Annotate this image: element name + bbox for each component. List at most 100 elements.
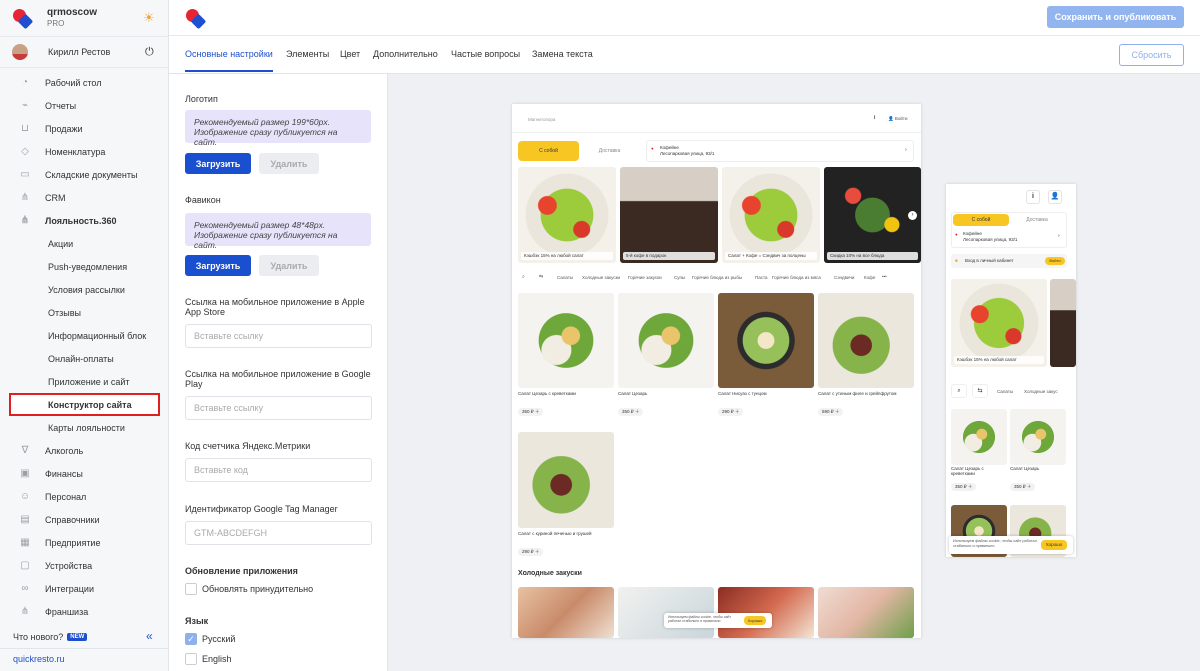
mobile-delivery-tab[interactable]: Доставка (1009, 214, 1065, 226)
category-meat[interactable]: Горячие блюда из мяса (772, 275, 821, 280)
mobile-category[interactable]: Салаты (997, 389, 1013, 394)
product-image[interactable] (718, 293, 814, 388)
lang-ru-checkbox[interactable]: ✓ (185, 633, 197, 645)
product-image[interactable] (618, 293, 714, 388)
banner-1[interactable]: Кэшбэк 15% на любой салат (518, 167, 616, 263)
theme-sun-icon[interactable]: ☀ (143, 11, 156, 24)
logo-delete-button[interactable]: Удалить (259, 153, 319, 174)
sidebar-item-reports[interactable]: ⌁ Отчеты (0, 94, 169, 117)
sidebar-item-dashboard[interactable]: ◔ Рабочий стол (0, 71, 169, 94)
sidebar-item-staff[interactable]: ☺ Персонал (0, 485, 169, 508)
sidebar-item-enterprise[interactable]: ▦ Предприятие (0, 531, 169, 554)
preview-pickup-tab[interactable]: С собой (518, 141, 579, 161)
category-coffee[interactable]: Кофе (864, 275, 875, 280)
product-image[interactable] (518, 293, 614, 388)
sidebar-subitem-site-builder[interactable]: Конструктор сайта (9, 393, 160, 416)
sidebar-item-integrations[interactable]: ∞ Интеграции (0, 577, 169, 600)
preview-login-link[interactable]: 👤 Войти (888, 116, 907, 122)
sidebar-subitem-loyalty-cards[interactable]: Карты лояльности (0, 416, 169, 439)
quickresto-link[interactable]: quickresto.ru (0, 648, 169, 671)
mobile-banner[interactable] (1050, 279, 1076, 367)
sidebar-subitem-info-block[interactable]: Информационный блок (0, 324, 169, 347)
preview-filter-icon[interactable]: ⇆ (539, 274, 543, 280)
preview-search-icon[interactable]: ⌕ (522, 274, 525, 280)
banner-2[interactable]: 5-й кофе в подарок (620, 167, 718, 263)
sidebar-subitem-promotions[interactable]: Акции (0, 232, 169, 255)
product-price-button[interactable]: 590 ₽ ＋ (818, 408, 844, 416)
sidebar-item-references[interactable]: ▤ Справочники (0, 508, 169, 531)
tab-elements[interactable]: Элементы (286, 49, 329, 59)
mobile-banner[interactable]: Кэшбэк 15% на любой салат (951, 279, 1047, 367)
sidebar-item-finance[interactable]: ▣ Финансы (0, 462, 169, 485)
banner-next-icon[interactable]: › (908, 211, 917, 220)
mobile-cookie-accept-button[interactable]: Хорошо (1041, 540, 1067, 550)
power-icon[interactable]: ⏻ (145, 46, 154, 59)
app-logo[interactable] (12, 8, 34, 30)
mobile-price-button[interactable]: 350 ₽ ＋ (1010, 483, 1036, 491)
sidebar-subitem-online-payments[interactable]: Онлайн-оплаты (0, 347, 169, 370)
more-icon[interactable]: ••• (882, 274, 887, 279)
banner-4[interactable]: Скидка 10% на все блюда (824, 167, 921, 263)
mobile-info-icon[interactable]: i (1026, 190, 1040, 204)
collapse-sidebar-icon[interactable]: « (146, 629, 153, 643)
lang-en-checkbox[interactable] (185, 653, 197, 665)
tab-faq[interactable]: Частые вопросы (451, 49, 520, 59)
save-and-publish-button[interactable]: Сохранить и опубликовать (1047, 6, 1184, 28)
product-image[interactable] (518, 432, 614, 528)
tab-main-settings[interactable]: Основные настройки (185, 49, 273, 72)
account-info[interactable]: qrmoscow PRO (47, 7, 97, 29)
category-sandwiches[interactable]: Сэндвичи (834, 275, 854, 280)
product-image[interactable] (518, 587, 614, 638)
whats-new-link[interactable]: Что нового? NEW (13, 632, 88, 642)
category-fish[interactable]: Горячие блюда из рыбы (692, 275, 742, 280)
category-soups[interactable]: Супы (674, 275, 685, 280)
sidebar-item-nomenclature[interactable]: ◇ Номенклатура (0, 140, 169, 163)
sidebar-subitem-reviews[interactable]: Отзывы (0, 301, 169, 324)
metrika-code-input[interactable] (185, 458, 372, 482)
product-price-button[interactable]: 290 ₽ ＋ (718, 408, 744, 416)
mobile-cabinet-bar[interactable]: ■ Вход в личный кабинет Войти (951, 254, 1067, 268)
mobile-product-image[interactable] (1010, 409, 1066, 465)
category-cold[interactable]: Холодные закуски (582, 275, 620, 280)
force-update-checkbox[interactable] (185, 583, 197, 595)
sidebar-item-crm[interactable]: ⋔ CRM (0, 186, 169, 209)
mobile-login-button[interactable]: Войти (1045, 257, 1065, 265)
product-image[interactable] (818, 587, 914, 638)
mobile-price-button[interactable]: 350 ₽ ＋ (951, 483, 977, 491)
sidebar-subitem-app-and-site[interactable]: Приложение и сайт (0, 370, 169, 393)
mobile-user-icon[interactable]: 👤 (1048, 190, 1062, 204)
favicon-upload-button[interactable]: Загрузить (185, 255, 251, 276)
sidebar-item-sales[interactable]: ⊔ Продажи (0, 117, 169, 140)
sidebar-subitem-mailing[interactable]: Условия рассылки (0, 278, 169, 301)
favicon-delete-button[interactable]: Удалить (259, 255, 319, 276)
sidebar-item-warehouse[interactable]: ▭ Складские документы (0, 163, 169, 186)
product-price-button[interactable]: 350 ₽ ＋ (518, 408, 544, 416)
gtm-id-input[interactable] (185, 521, 372, 545)
category-salads[interactable]: Салаты (557, 275, 573, 280)
sidebar-subitem-push[interactable]: Push-уведомления (0, 255, 169, 278)
banner-3[interactable]: Салат + Кофе = Сэндвич за полцены (722, 167, 820, 263)
sidebar-item-loyalty[interactable]: ⋔ Лояльность.360 (0, 209, 169, 232)
user-row[interactable]: Кирилл Рестов ⏻ (0, 36, 168, 68)
appstore-link-input[interactable] (185, 324, 372, 348)
sidebar-item-devices[interactable]: ▢ Устройства (0, 554, 169, 577)
preview-address-box[interactable]: ● Кофейне Лесопарковая улица, 93/1 › (646, 140, 914, 162)
product-image[interactable] (818, 293, 914, 388)
sidebar-item-alcohol[interactable]: ∇ Алкоголь (0, 439, 169, 462)
mobile-pickup-tab[interactable]: С собой (953, 214, 1009, 226)
tab-color[interactable]: Цвет (340, 49, 360, 59)
product-price-button[interactable]: 350 ₽ ＋ (618, 408, 644, 416)
category-hot-starters[interactable]: Горячие закуски (628, 275, 662, 280)
mobile-product-image[interactable] (951, 409, 1007, 465)
mobile-filter-icon[interactable]: ⇆ (972, 384, 988, 398)
cookie-accept-button[interactable]: Хорошо (744, 616, 766, 625)
tab-additional[interactable]: Дополнительно (373, 49, 438, 59)
logo-upload-button[interactable]: Загрузить (185, 153, 251, 174)
preview-delivery-tab[interactable]: Доставка (579, 141, 640, 161)
tab-text-replace[interactable]: Замена текста (532, 49, 593, 59)
sidebar-item-franchise[interactable]: ⋔ Франшиза (0, 600, 169, 623)
mobile-search-icon[interactable]: ⌕ (951, 384, 967, 398)
mobile-category[interactable]: Холодные закус (1024, 389, 1058, 394)
product-price-button[interactable]: 290 ₽ ＋ (518, 548, 544, 556)
reset-button[interactable]: Сбросить (1119, 44, 1184, 66)
